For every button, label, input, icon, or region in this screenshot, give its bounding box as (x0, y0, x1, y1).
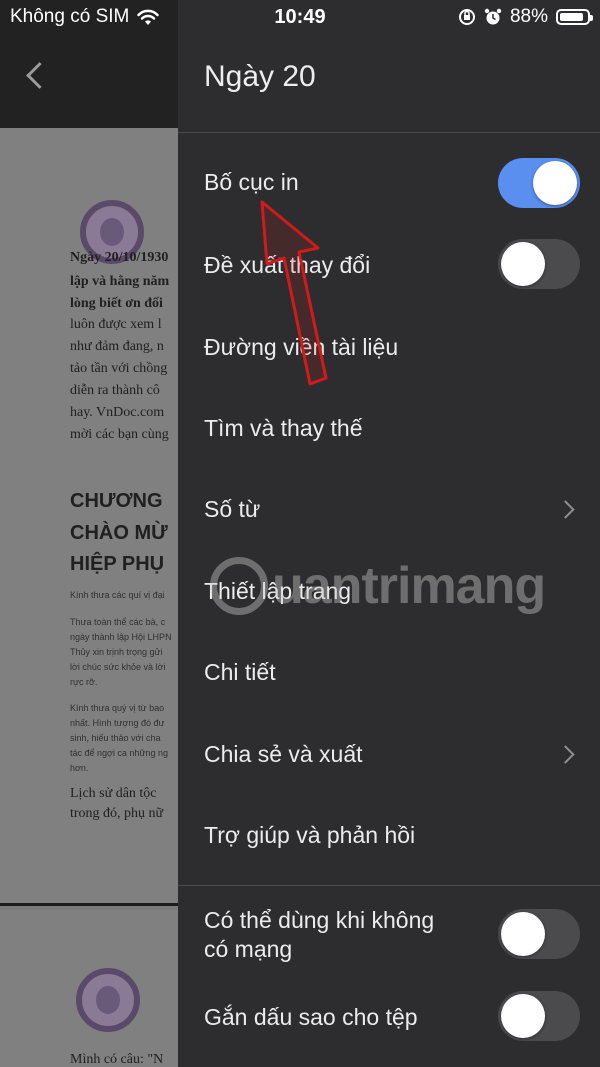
battery-icon (556, 9, 593, 25)
orientation-lock-icon (458, 9, 475, 25)
annotation-arrow-icon (260, 200, 328, 386)
status-bar: Không có SIM 10:49 88% (0, 0, 600, 34)
alarm-icon (484, 8, 502, 25)
battery-percent: 88% (509, 6, 548, 27)
status-right: 88% (458, 6, 593, 28)
